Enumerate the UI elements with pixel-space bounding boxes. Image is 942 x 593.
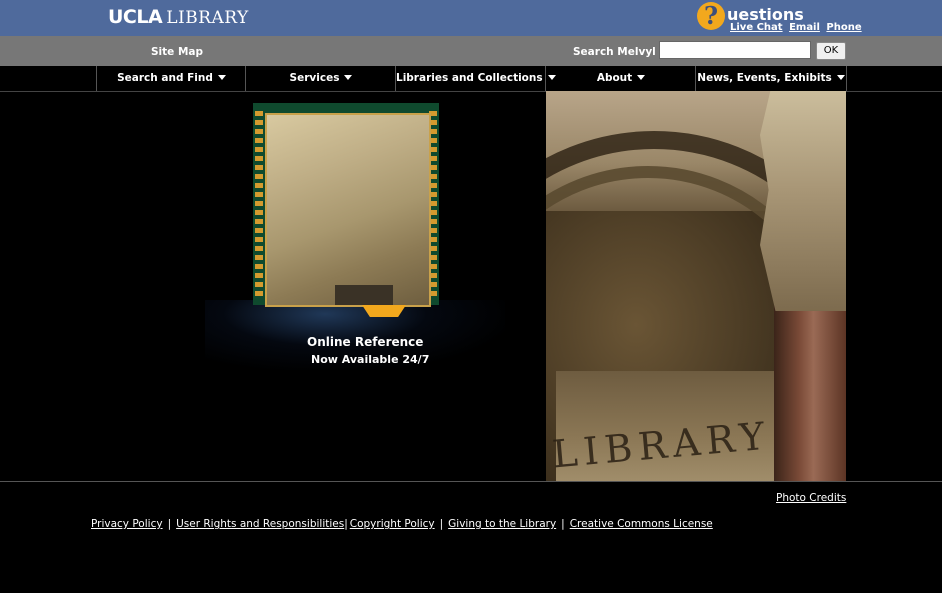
book-title-strip <box>335 285 393 305</box>
promo-subtitle: Now Available 24/7 <box>311 353 430 366</box>
footer-separator: | <box>561 518 565 530</box>
nav-label: News, Events, Exhibits <box>697 72 832 84</box>
nav-label: Services <box>289 72 340 84</box>
dropdown-caret-icon <box>344 75 353 80</box>
questions-icon: ? <box>697 2 725 30</box>
nav-services[interactable]: Services <box>245 66 396 91</box>
book-border-left <box>255 111 263 299</box>
nav-news-events-exhibits[interactable]: News, Events, Exhibits <box>695 66 847 91</box>
phone-link[interactable]: Phone <box>826 22 861 33</box>
copyright-policy-link[interactable]: Copyright Policy <box>350 518 435 530</box>
nav-about[interactable]: About <box>545 66 696 91</box>
nav-label: About <box>596 72 633 84</box>
user-rights-link[interactable]: User Rights and Responsibilities <box>176 518 344 530</box>
email-link[interactable]: Email <box>789 22 820 33</box>
dropdown-caret-icon <box>836 75 845 80</box>
footer-separator: | <box>344 518 348 530</box>
column-capital-sculpture <box>760 91 846 311</box>
nav-label: Search and Find <box>117 72 213 84</box>
questions-links: Live Chat Email Phone <box>730 22 865 33</box>
promo-book-image[interactable] <box>253 103 439 307</box>
online-reference-link[interactable]: Online Reference <box>307 335 423 349</box>
search-ok-button[interactable]: OK <box>816 42 846 60</box>
engraving-frontispiece <box>265 113 431 307</box>
privacy-policy-link[interactable]: Privacy Policy <box>91 518 163 530</box>
giving-link[interactable]: Giving to the Library <box>448 518 556 530</box>
nav-libraries-and-collections[interactable]: Libraries and Collections <box>395 66 556 91</box>
footer-divider <box>0 481 942 482</box>
logo-library-text: LIBRARY <box>166 8 249 28</box>
footer-separator: | <box>167 518 172 530</box>
library-arch-photo: LIBRARY <box>546 91 846 481</box>
ucla-library-logo[interactable]: UCLA LIBRARY <box>108 6 249 28</box>
footer-separator: | <box>439 518 444 530</box>
photo-credits-link[interactable]: Photo Credits <box>776 492 846 504</box>
nav-label: Libraries and Collections <box>396 72 543 84</box>
nav-search-and-find[interactable]: Search and Find <box>96 66 246 91</box>
logo-ucla-text: UCLA <box>108 6 163 28</box>
live-chat-link[interactable]: Live Chat <box>730 22 783 33</box>
search-input[interactable] <box>659 41 811 59</box>
footer-links: Privacy Policy | User Rights and Responsib… <box>91 518 713 530</box>
creative-commons-link[interactable]: Creative Commons License <box>570 518 713 530</box>
dropdown-caret-icon <box>217 75 226 80</box>
site-map-link[interactable]: Site Map <box>151 46 203 58</box>
dropdown-caret-icon <box>637 75 646 80</box>
search-melvyl-label: Search Melvyl <box>573 46 656 58</box>
